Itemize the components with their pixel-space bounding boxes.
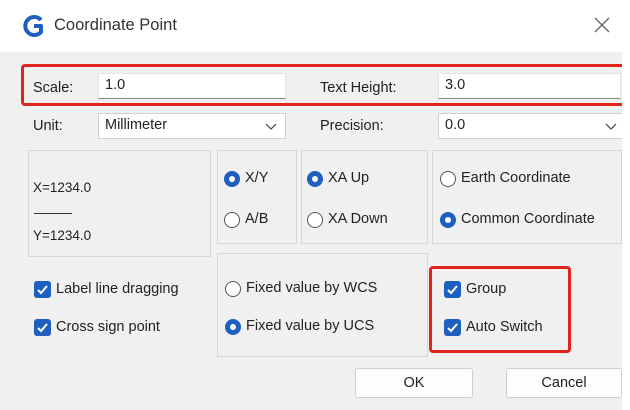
chevron-down-icon — [265, 123, 277, 130]
axis-order-panel — [217, 150, 297, 244]
precision-select[interactable]: 0.0 — [438, 113, 626, 139]
xa-direction-panel — [301, 150, 428, 244]
common-coordinate-label: Common Coordinate — [461, 211, 595, 227]
highlight-box-group-autoswitch — [429, 266, 571, 353]
precision-label: Precision: — [320, 118, 384, 134]
precision-select-value: 0.0 — [445, 117, 466, 133]
radio-selected-icon — [440, 212, 456, 228]
highlight-box-scale-text-height — [21, 64, 629, 106]
axis-xy-label: X/Y — [245, 170, 269, 186]
unit-select-value: Millimeter — [105, 117, 168, 133]
preview-y-text: Y=1234.0 — [33, 228, 92, 243]
unit-label: Unit: — [33, 118, 63, 134]
cross-sign-point-label: Cross sign point — [56, 319, 160, 335]
preview-x-text: X=1234.0 — [33, 180, 92, 195]
window-edge — [622, 52, 630, 410]
checkbox-checked-icon — [34, 281, 51, 298]
axis-ab-label: A/B — [245, 211, 269, 227]
app-logo-icon — [23, 15, 43, 37]
radio-unselected-icon — [440, 171, 456, 187]
title-bar: Coordinate Point — [0, 0, 630, 52]
close-icon[interactable] — [590, 13, 614, 37]
preview-separator-line — [34, 213, 72, 214]
radio-unselected-icon — [307, 212, 323, 228]
ok-button[interactable]: OK — [355, 368, 473, 398]
fixed-ucs-label: Fixed value by UCS — [246, 318, 375, 334]
xa-up-label: XA Up — [328, 170, 370, 186]
radio-selected-icon — [224, 171, 240, 187]
chevron-down-icon — [605, 123, 617, 130]
radio-selected-icon — [307, 171, 323, 187]
xa-down-label: XA Down — [328, 211, 388, 227]
checkbox-checked-icon — [34, 319, 51, 336]
unit-select[interactable]: Millimeter — [98, 113, 286, 139]
coordinate-point-dialog: Coordinate Point Scale: 1.0 Text Height:… — [0, 0, 630, 410]
fixed-wcs-label: Fixed value by WCS — [246, 280, 378, 296]
radio-selected-icon — [225, 319, 241, 335]
label-line-dragging-label: Label line dragging — [56, 281, 179, 297]
coordinate-type-panel — [432, 150, 622, 244]
radio-unselected-icon — [225, 281, 241, 297]
earth-coordinate-label: Earth Coordinate — [461, 170, 571, 186]
fixed-value-panel — [217, 253, 428, 357]
window-title: Coordinate Point — [54, 16, 177, 34]
cancel-button[interactable]: Cancel — [506, 368, 622, 398]
radio-unselected-icon — [224, 212, 240, 228]
